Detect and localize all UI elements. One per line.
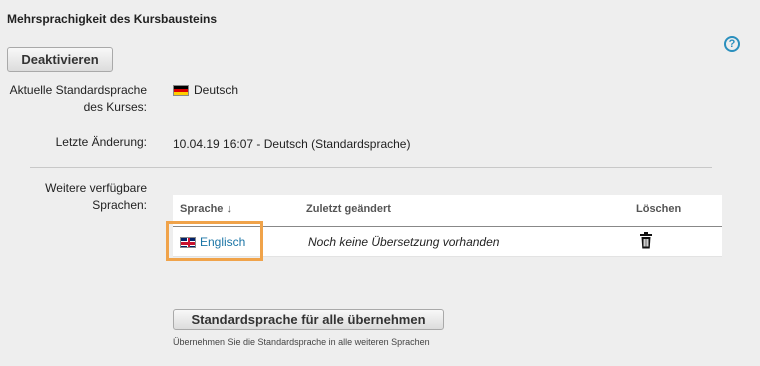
apply-default-language-button[interactable]: Standardsprache für alle übernehmen	[173, 309, 444, 330]
trash-icon[interactable]	[639, 232, 653, 249]
flag-de-icon	[173, 85, 189, 96]
languages-table: Sprache ↓ Zuletzt geändert Löschen Engli…	[173, 195, 722, 257]
last-change-label: Letzte Änderung:	[55, 135, 147, 149]
further-languages-label: Weitere verfügbare Sprachen:	[45, 181, 147, 212]
deactivate-button[interactable]: Deaktivieren	[7, 47, 113, 72]
column-header-language[interactable]: Sprache ↓	[180, 203, 232, 215]
flag-uk-icon	[180, 236, 196, 248]
last-change-value: 10.04.19 16:07 - Deutsch (Standardsprach…	[173, 137, 411, 151]
panel-title: Mehrsprachigkeit des Kursbausteins	[7, 12, 218, 26]
help-icon[interactable]: ?	[724, 36, 740, 52]
column-header-last-changed: Zuletzt geändert	[306, 203, 391, 215]
language-link-label: Englisch	[200, 235, 246, 249]
apply-default-hint: Übernehmen Sie die Standardsprache in al…	[173, 337, 430, 347]
column-header-delete: Löschen	[636, 203, 682, 215]
last-changed-cell: Noch keine Übersetzung vorhanden	[308, 235, 500, 249]
row-divider	[173, 256, 722, 257]
language-link-englisch[interactable]: Englisch	[180, 235, 245, 249]
current-language-value: Deutsch	[173, 82, 238, 99]
header-divider	[173, 226, 722, 227]
current-language-label: Aktuelle Standardsprache des Kurses:	[9, 83, 147, 114]
current-language-text: Deutsch	[194, 83, 239, 97]
section-divider	[30, 167, 712, 168]
